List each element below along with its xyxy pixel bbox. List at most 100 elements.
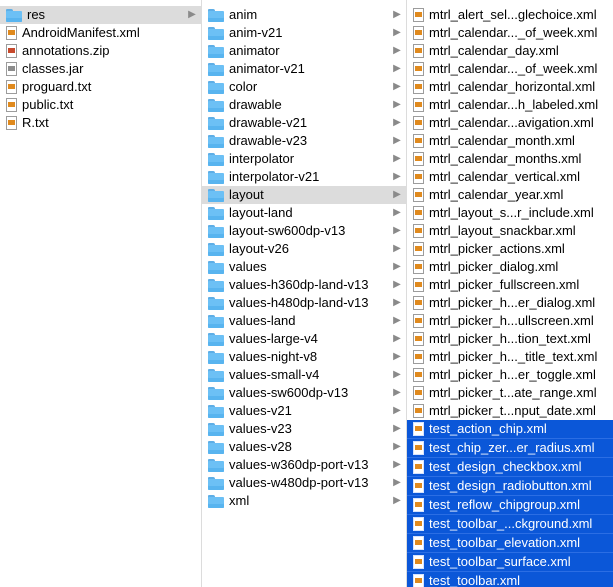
folder-item-drawable[interactable]: drawable ▶ bbox=[202, 96, 406, 114]
file-item-r-txt[interactable]: R.txt bbox=[0, 114, 201, 132]
file-item-annotations-zip[interactable]: annotations.zip bbox=[0, 42, 201, 60]
file-item-androidmanifest-xml[interactable]: AndroidManifest.xml bbox=[0, 24, 201, 42]
file-item-mtrl-picker-h-title-text-xml[interactable]: mtrl_picker_h..._title_text.xml bbox=[407, 348, 613, 366]
xml-file-icon bbox=[413, 460, 424, 474]
file-item-mtrl-calendar-month-xml[interactable]: mtrl_calendar_month.xml bbox=[407, 132, 613, 150]
folder-item-interpolator-v21[interactable]: interpolator-v21 ▶ bbox=[202, 168, 406, 186]
item-label: values-sw600dp-v13 bbox=[229, 385, 349, 400]
file-item-mtrl-calendar-horizontal-xml[interactable]: mtrl_calendar_horizontal.xml bbox=[407, 78, 613, 96]
column-layout[interactable]: mtrl_alert_sel...glechoice.xml mtrl_calen… bbox=[407, 0, 613, 587]
chevron-right-icon: ▶ bbox=[393, 81, 401, 92]
file-item-test-action-chip-xml[interactable]: test_action_chip.xml bbox=[407, 420, 613, 438]
folder-item-values-h480dp-land-v13[interactable]: values-h480dp-land-v13 ▶ bbox=[202, 294, 406, 312]
file-item-mtrl-calendar-day-xml[interactable]: mtrl_calendar_day.xml bbox=[407, 42, 613, 60]
item-label: values-w480dp-port-v13 bbox=[229, 475, 369, 490]
file-item-test-toolbar-surface-xml[interactable]: test_toolbar_surface.xml bbox=[407, 552, 613, 571]
folder-icon bbox=[208, 422, 224, 436]
folder-item-values-sw600dp-v13[interactable]: values-sw600dp-v13 ▶ bbox=[202, 384, 406, 402]
file-item-test-toolbar-xml[interactable]: test_toolbar.xml bbox=[407, 571, 613, 587]
folder-item-anim-v21[interactable]: anim-v21 ▶ bbox=[202, 24, 406, 42]
column-aar-contents[interactable]: res ▶ AndroidManifest.xml annotations.zip cl… bbox=[0, 0, 201, 587]
folder-item-res[interactable]: res ▶ bbox=[0, 6, 201, 24]
item-label: mtrl_calendar_month.xml bbox=[429, 133, 575, 148]
folder-item-layout[interactable]: layout ▶ bbox=[202, 186, 406, 204]
item-label: mtrl_calendar_vertical.xml bbox=[429, 169, 580, 184]
item-label: mtrl_picker_t...nput_date.xml bbox=[429, 403, 596, 418]
file-item-test-design-radiobutton-xml[interactable]: test_design_radiobutton.xml bbox=[407, 476, 613, 495]
folder-item-values[interactable]: values ▶ bbox=[202, 258, 406, 276]
folder-item-values-night-v8[interactable]: values-night-v8 ▶ bbox=[202, 348, 406, 366]
file-item-mtrl-calendar-vertical-xml[interactable]: mtrl_calendar_vertical.xml bbox=[407, 168, 613, 186]
folder-item-xml[interactable]: xml ▶ bbox=[202, 492, 406, 510]
file-item-mtrl-picker-dialog-xml[interactable]: mtrl_picker_dialog.xml bbox=[407, 258, 613, 276]
file-item-test-chip-zer-er-radius-xml[interactable]: test_chip_zer...er_radius.xml bbox=[407, 438, 613, 457]
folder-item-drawable-v23[interactable]: drawable-v23 ▶ bbox=[202, 132, 406, 150]
folder-item-values-land[interactable]: values-land ▶ bbox=[202, 312, 406, 330]
xml-file-icon bbox=[413, 350, 424, 364]
folder-item-values-small-v4[interactable]: values-small-v4 ▶ bbox=[202, 366, 406, 384]
item-label: animator-v21 bbox=[229, 61, 305, 76]
file-item-mtrl-picker-h-tion-text-xml[interactable]: mtrl_picker_h...tion_text.xml bbox=[407, 330, 613, 348]
file-item-mtrl-calendar-avigation-xml[interactable]: mtrl_calendar...avigation.xml bbox=[407, 114, 613, 132]
folder-icon bbox=[208, 440, 224, 454]
file-item-mtrl-picker-actions-xml[interactable]: mtrl_picker_actions.xml bbox=[407, 240, 613, 258]
file-item-mtrl-layout-s-r-include-xml[interactable]: mtrl_layout_s...r_include.xml bbox=[407, 204, 613, 222]
folder-item-values-large-v4[interactable]: values-large-v4 ▶ bbox=[202, 330, 406, 348]
file-item-mtrl-calendar-year-xml[interactable]: mtrl_calendar_year.xml bbox=[407, 186, 613, 204]
folder-icon bbox=[6, 8, 22, 22]
chevron-right-icon: ▶ bbox=[393, 9, 401, 20]
item-label: values-large-v4 bbox=[229, 331, 318, 346]
xml-file-icon bbox=[413, 278, 424, 292]
file-item-test-design-checkbox-xml[interactable]: test_design_checkbox.xml bbox=[407, 457, 613, 476]
item-label: res bbox=[27, 7, 46, 22]
folder-icon bbox=[208, 386, 224, 400]
column-res[interactable]: anim ▶ anim-v21 ▶ animator ▶ animator-v21 ▶ colo… bbox=[202, 0, 406, 587]
file-item-mtrl-picker-fullscreen-xml[interactable]: mtrl_picker_fullscreen.xml bbox=[407, 276, 613, 294]
file-item-mtrl-layout-snackbar-xml[interactable]: mtrl_layout_snackbar.xml bbox=[407, 222, 613, 240]
folder-item-interpolator[interactable]: interpolator ▶ bbox=[202, 150, 406, 168]
file-item-mtrl-picker-h-er-toggle-xml[interactable]: mtrl_picker_h...er_toggle.xml bbox=[407, 366, 613, 384]
folder-item-values-w480dp-port-v13[interactable]: values-w480dp-port-v13 ▶ bbox=[202, 474, 406, 492]
file-item-classes-jar[interactable]: classes.jar bbox=[0, 60, 201, 78]
item-label: mtrl_calendar_day.xml bbox=[429, 43, 559, 58]
folder-item-animator[interactable]: animator ▶ bbox=[202, 42, 406, 60]
item-label: layout-land bbox=[229, 205, 293, 220]
file-item-test-reflow-chipgroup-xml[interactable]: test_reflow_chipgroup.xml bbox=[407, 495, 613, 514]
xml-file-icon bbox=[413, 260, 424, 274]
folder-item-values-v28[interactable]: values-v28 ▶ bbox=[202, 438, 406, 456]
folder-item-values-v21[interactable]: values-v21 ▶ bbox=[202, 402, 406, 420]
folder-item-anim[interactable]: anim ▶ bbox=[202, 6, 406, 24]
folder-item-layout-v26[interactable]: layout-v26 ▶ bbox=[202, 240, 406, 258]
file-item-mtrl-picker-h-ullscreen-xml[interactable]: mtrl_picker_h...ullscreen.xml bbox=[407, 312, 613, 330]
folder-item-animator-v21[interactable]: animator-v21 ▶ bbox=[202, 60, 406, 78]
file-item-mtrl-picker-t-nput-date-xml[interactable]: mtrl_picker_t...nput_date.xml bbox=[407, 402, 613, 420]
item-label: R.txt bbox=[22, 115, 49, 130]
column-view-browser: res ▶ AndroidManifest.xml annotations.zip cl… bbox=[0, 0, 613, 587]
file-item-public-txt[interactable]: public.txt bbox=[0, 96, 201, 114]
item-label: layout-v26 bbox=[229, 241, 289, 256]
xml-file-icon bbox=[413, 422, 424, 436]
file-item-proguard-txt[interactable]: proguard.txt bbox=[0, 78, 201, 96]
chevron-right-icon: ▶ bbox=[393, 189, 401, 200]
folder-item-values-w360dp-port-v13[interactable]: values-w360dp-port-v13 ▶ bbox=[202, 456, 406, 474]
item-label: mtrl_layout_s...r_include.xml bbox=[429, 205, 594, 220]
chevron-right-icon: ▶ bbox=[393, 459, 401, 470]
file-item-mtrl-calendar-h-labeled-xml[interactable]: mtrl_calendar...h_labeled.xml bbox=[407, 96, 613, 114]
file-item-mtrl-picker-t-ate-range-xml[interactable]: mtrl_picker_t...ate_range.xml bbox=[407, 384, 613, 402]
folder-item-values-v23[interactable]: values-v23 ▶ bbox=[202, 420, 406, 438]
item-label: test_design_checkbox.xml bbox=[429, 459, 582, 474]
file-item-mtrl-calendar-months-xml[interactable]: mtrl_calendar_months.xml bbox=[407, 150, 613, 168]
file-item-mtrl-calendar-of-week-xml[interactable]: mtrl_calendar..._of_week.xml bbox=[407, 60, 613, 78]
folder-item-color[interactable]: color ▶ bbox=[202, 78, 406, 96]
folder-item-layout-land[interactable]: layout-land ▶ bbox=[202, 204, 406, 222]
file-list: res ▶ AndroidManifest.xml annotations.zip cl… bbox=[0, 0, 201, 132]
item-label: mtrl_calendar..._of_week.xml bbox=[429, 61, 598, 76]
folder-item-drawable-v21[interactable]: drawable-v21 ▶ bbox=[202, 114, 406, 132]
file-item-test-toolbar-elevation-xml[interactable]: test_toolbar_elevation.xml bbox=[407, 533, 613, 552]
folder-item-values-h360dp-land-v13[interactable]: values-h360dp-land-v13 ▶ bbox=[202, 276, 406, 294]
file-item-mtrl-picker-h-er-dialog-xml[interactable]: mtrl_picker_h...er_dialog.xml bbox=[407, 294, 613, 312]
folder-item-layout-sw600dp-v13[interactable]: layout-sw600dp-v13 ▶ bbox=[202, 222, 406, 240]
file-item-mtrl-calendar-of-week-xml[interactable]: mtrl_calendar..._of_week.xml bbox=[407, 24, 613, 42]
file-item-mtrl-alert-sel-glechoice-xml[interactable]: mtrl_alert_sel...glechoice.xml bbox=[407, 6, 613, 24]
file-item-test-toolbar-ckground-xml[interactable]: test_toolbar_...ckground.xml bbox=[407, 514, 613, 533]
